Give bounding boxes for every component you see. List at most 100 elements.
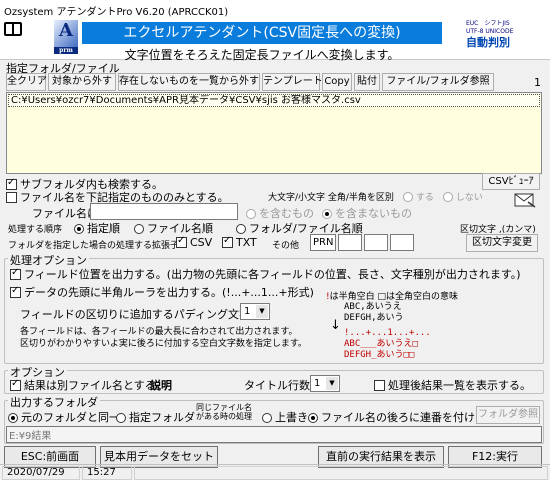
ruler-option[interactable]: データの先頭に半角ルーラを出力する。(!...+...1...+形式) <box>10 284 314 300</box>
padding-select[interactable]: 1 ▼ <box>240 303 270 320</box>
chevron-down-icon: ▼ <box>256 305 268 318</box>
order-filename-radio[interactable] <box>134 224 144 234</box>
csv-viewer-button[interactable]: CSVﾋﾞｭｰｱ <box>482 173 540 190</box>
process-order-label: 処理する順序 <box>8 225 63 235</box>
ext-other-input-1[interactable] <box>310 234 336 251</box>
exclude-radio[interactable] <box>322 209 332 219</box>
ext-other-input-4[interactable] <box>390 234 414 251</box>
sample-after-2: DEFGH_あいう□□ <box>344 350 415 360</box>
browse-file-folder-button[interactable]: ファイル/フォルダ参照 <box>382 73 494 91</box>
envelope-icon[interactable] <box>514 192 536 208</box>
window-title: Ozsystem アテンダントPro V6.20 (APRCCK01) <box>4 7 229 18</box>
sample-legend: !は半角空白 □は全角空白の意味 <box>326 289 458 302</box>
output-specified-option[interactable]: 指定フォルダ <box>116 409 195 425</box>
output-same-option[interactable]: 元のフォルダと同一 <box>8 409 120 425</box>
window-title-bar: Ozsystem アテンダントPro V6.20 (APRCCK01) <box>0 0 550 18</box>
sample-after-1: ABC___あいうえ□ <box>344 339 418 349</box>
output-same-label: 元のフォルダと同一 <box>21 411 120 424</box>
banner-title: エクセルアテンダント(CSV固定長への変換) <box>82 22 442 44</box>
output-same-radio[interactable] <box>8 413 18 423</box>
folder-browse-button[interactable]: フォルダ参照 <box>476 406 540 424</box>
include-radio[interactable] <box>246 209 256 219</box>
paste-button[interactable]: 貼付 <box>354 73 380 91</box>
remove-from-list-button[interactable]: 対象から外す <box>48 73 116 91</box>
app-logo: Aprm <box>54 20 78 54</box>
show-results-label: 処理後結果一覧を表示する。 <box>388 379 531 392</box>
separate-file-label: 結果は別ファイル名とする。 <box>24 379 167 392</box>
copy-button[interactable]: Copy <box>322 73 352 91</box>
ext-txt-option[interactable]: TXT <box>222 235 257 249</box>
file-list[interactable]: C:¥Users¥ozcr7¥Documents¥APR見本データ¥CSV¥sj… <box>6 92 542 174</box>
file-name-filter-label: ファイル名に <box>32 207 98 220</box>
same-name-line-2: がある時の処理 <box>196 412 252 421</box>
order-specified-label: 指定順 <box>87 222 120 235</box>
title-rows-select[interactable]: 1 ▼ <box>310 375 340 392</box>
extension-label: フォルダを指定した場合の処理する拡張子 <box>8 241 180 251</box>
overwrite-option[interactable]: 上書き <box>262 409 308 425</box>
case-no-radio[interactable] <box>442 192 453 202</box>
overwrite-label: 上書き <box>275 411 308 424</box>
exclude-label: を含まないもの <box>335 207 412 220</box>
ext-csv-checkbox[interactable] <box>176 235 187 248</box>
name-filter-checkbox[interactable] <box>6 192 17 203</box>
description-link[interactable]: 説明 <box>150 377 172 393</box>
ext-csv-option[interactable]: CSV <box>176 235 213 249</box>
separate-file-option[interactable]: 結果は別ファイル名とする。 <box>10 377 167 393</box>
output-specified-radio[interactable] <box>116 413 126 423</box>
order-specified-option[interactable]: 指定順 <box>74 220 120 236</box>
ext-other-input-2[interactable] <box>338 234 362 251</box>
encoding-line-2: UTF-8 UNICODE <box>466 28 514 35</box>
case-sensitivity-label: 大文字/小文字 全角/半角を区別 <box>268 193 394 203</box>
order-filename-option[interactable]: ファイル名順 <box>134 220 213 236</box>
append-seq-radio[interactable] <box>308 413 318 423</box>
case-no-label: しない <box>455 193 483 203</box>
status-time: 15:27 <box>82 466 132 480</box>
ruler-checkbox[interactable] <box>10 285 21 298</box>
sample-arrow: ↓ <box>330 318 341 333</box>
order-filename-label: ファイル名順 <box>147 222 213 235</box>
output-folder-label: 出力するフォルダ <box>8 394 100 410</box>
list-item[interactable]: C:¥Users¥ozcr7¥Documents¥APR見本データ¥CSV¥sj… <box>8 94 540 107</box>
title-rows-value: 1 <box>314 378 321 389</box>
show-results-option[interactable]: 処理後結果一覧を表示する。 <box>374 377 531 393</box>
output-position-checkbox[interactable] <box>10 267 21 280</box>
status-bar: 2020/07/29 15:27 <box>0 464 550 480</box>
output-specified-label: 指定フォルダ <box>129 411 195 424</box>
status-message <box>134 466 548 480</box>
case-sensitivity-option: 大文字/小文字 全角/半角を区別 する しない <box>268 190 483 203</box>
sample-before-2: DEFGH,あいう <box>344 313 404 323</box>
separate-file-checkbox[interactable] <box>10 378 21 391</box>
exclude-option[interactable]: を含まないもの <box>322 205 412 221</box>
sample-ruler: !...+...1...+... <box>344 328 431 338</box>
remove-missing-button[interactable]: 存在しないものを一覧から外す <box>118 73 260 91</box>
folder-toolbar: 全クリア 対象から外す 存在しないものを一覧から外す テンプレート Copy 貼… <box>6 73 542 91</box>
sample-legend-text: は半角空白 □は全角空白の意味 <box>329 292 458 302</box>
file-count: 1 <box>534 76 541 89</box>
output-position-option[interactable]: フィールド位置を出力する。(出力物の先頭に各フィールドの位置、長さ、文字種別が出… <box>10 266 521 282</box>
sample-before-1: ABC,あいうえ <box>344 302 402 312</box>
case-yes-radio[interactable] <box>402 192 413 202</box>
output-path-input[interactable] <box>6 426 542 443</box>
padding-note-2: 区切りがわかりやすいよ実に後ろに付加する空白文字数を指定します。 <box>20 339 307 349</box>
ext-txt-label: TXT <box>236 236 257 249</box>
ext-csv-label: CSV <box>190 236 213 249</box>
book-icon[interactable] <box>4 22 22 36</box>
overwrite-radio[interactable] <box>262 413 272 423</box>
clear-all-button[interactable]: 全クリア <box>6 73 47 91</box>
ext-txt-checkbox[interactable] <box>222 235 233 248</box>
encoding-line-1: EUC シフトJIS <box>466 20 510 27</box>
template-button[interactable]: テンプレート <box>262 73 323 91</box>
include-option[interactable]: を含むもの <box>246 205 314 221</box>
append-seq-label: ファイル名の後ろに連番を付ける <box>321 411 486 424</box>
case-yes-label: する <box>415 193 434 203</box>
change-delimiter-button[interactable]: 区切文字変更 <box>466 234 538 252</box>
padding-label: フィールドの区切りに追加するパディング文字数 <box>20 308 262 321</box>
order-specified-radio[interactable] <box>74 224 84 234</box>
ext-other-input-3[interactable] <box>364 234 388 251</box>
header: Aprm エクセルアテンダント(CSV固定長への変換) 文字位置をそろえた固定長… <box>0 18 550 62</box>
append-seq-option[interactable]: ファイル名の後ろに連番を付ける <box>308 409 486 425</box>
file-name-filter-input[interactable] <box>90 203 238 220</box>
order-folder-radio[interactable] <box>236 224 246 234</box>
encoding-brand: 自動判別 <box>466 36 510 49</box>
show-results-checkbox[interactable] <box>374 380 385 391</box>
